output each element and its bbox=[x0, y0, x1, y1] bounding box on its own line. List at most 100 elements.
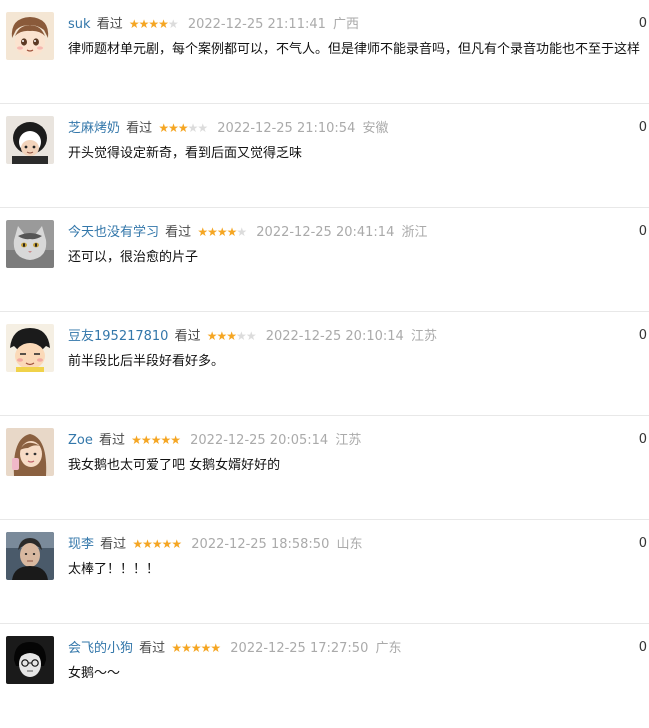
review-meta: 现李 看过 ★★★★★ 2022-12-25 18:58:50 山东 bbox=[68, 535, 639, 554]
star-filled-icon: ★ bbox=[207, 225, 218, 239]
username-link[interactable]: suk bbox=[68, 17, 91, 32]
watched-label: 看过 bbox=[174, 329, 201, 344]
review-location: 浙江 bbox=[401, 225, 428, 240]
review-item: 今天也没有学习 看过 ★★★★★ 2022-12-25 20:41:14 浙江 … bbox=[0, 208, 649, 312]
star-filled-icon: ★ bbox=[132, 537, 143, 551]
star-filled-icon: ★ bbox=[160, 433, 171, 447]
review-content: 律师题材单元剧，每个案例都可以，不气人。但是律师不能录音吗，但凡有个录音功能也不… bbox=[68, 42, 641, 57]
star-empty-icon: ★ bbox=[197, 121, 208, 135]
username-link[interactable]: 豆友195217810 bbox=[68, 329, 168, 344]
review-time: 2022-12-25 20:10:14 bbox=[265, 329, 404, 344]
review-item: 豆友195217810 看过 ★★★★★ 2022-12-25 20:10:14… bbox=[0, 312, 649, 416]
avatar[interactable] bbox=[6, 324, 54, 372]
rating-stars: ★★★★★ bbox=[197, 223, 247, 241]
watched-label: 看过 bbox=[96, 17, 123, 32]
star-filled-icon: ★ bbox=[128, 17, 140, 31]
star-filled-icon: ★ bbox=[197, 225, 208, 239]
username-link[interactable]: 芝麻烤奶 bbox=[68, 121, 120, 136]
star-filled-icon: ★ bbox=[161, 537, 173, 551]
star-filled-icon: ★ bbox=[138, 17, 150, 31]
star-filled-icon: ★ bbox=[226, 329, 237, 343]
rating-stars: ★★★★★ bbox=[132, 535, 182, 553]
vote-count[interactable]: 0 bbox=[639, 431, 647, 449]
vote-count[interactable]: 0 bbox=[639, 223, 647, 241]
review-content: 还可以，很治愈的片子 bbox=[68, 250, 199, 265]
review-item: 芝麻烤奶 看过 ★★★★★ 2022-12-25 21:10:54 安徽 0 开… bbox=[0, 104, 649, 208]
star-filled-icon: ★ bbox=[158, 17, 169, 31]
review-location: 山东 bbox=[336, 537, 363, 552]
review-item: Zoe 看过 ★★★★★ 2022-12-25 20:05:14 江苏 0 我女… bbox=[0, 416, 649, 520]
star-filled-icon: ★ bbox=[226, 225, 238, 239]
star-filled-icon: ★ bbox=[150, 433, 162, 447]
vote-count[interactable]: 0 bbox=[639, 639, 647, 657]
watched-label: 看过 bbox=[126, 121, 153, 136]
star-empty-icon: ★ bbox=[187, 121, 199, 135]
review-location: 广东 bbox=[375, 641, 402, 656]
review-item: suk 看过 ★★★★★ 2022-12-25 21:11:41 广西 0 律师… bbox=[0, 0, 649, 104]
username-link[interactable]: 今天也没有学习 bbox=[68, 225, 159, 240]
vote-count[interactable]: 0 bbox=[639, 327, 647, 345]
star-filled-icon: ★ bbox=[142, 537, 153, 551]
review-location: 安徽 bbox=[362, 121, 389, 136]
review-item: 现李 看过 ★★★★★ 2022-12-25 18:58:50 山东 0 太棒了… bbox=[0, 520, 649, 624]
review-content: 前半段比后半段好看好多。 bbox=[68, 354, 225, 369]
star-filled-icon: ★ bbox=[151, 537, 163, 551]
star-empty-icon: ★ bbox=[236, 225, 247, 239]
review-meta: 芝麻烤奶 看过 ★★★★★ 2022-12-25 21:10:54 安徽 bbox=[68, 119, 639, 138]
review-time: 2022-12-25 17:27:50 bbox=[230, 641, 369, 656]
review-location: 江苏 bbox=[410, 329, 437, 344]
star-empty-icon: ★ bbox=[236, 329, 247, 343]
star-filled-icon: ★ bbox=[216, 329, 228, 343]
vote-count[interactable]: 0 bbox=[639, 119, 647, 137]
watched-label: 看过 bbox=[165, 225, 192, 240]
rating-stars: ★★★★★ bbox=[131, 431, 181, 449]
star-filled-icon: ★ bbox=[131, 433, 142, 447]
review-meta: suk 看过 ★★★★★ 2022-12-25 21:11:41 广西 bbox=[68, 15, 639, 34]
rating-stars: ★★★★★ bbox=[128, 15, 179, 33]
review-content: 我女鹅也太可爱了吧 女鹅女婿好好的 bbox=[68, 458, 281, 473]
rating-stars: ★★★★★ bbox=[206, 327, 257, 345]
vote-count[interactable]: 0 bbox=[639, 535, 647, 553]
review-time: 2022-12-25 18:58:50 bbox=[191, 537, 330, 552]
review-meta: 会飞的小狗 看过 ★★★★★ 2022-12-25 17:27:50 广东 bbox=[68, 639, 639, 658]
avatar[interactable] bbox=[6, 220, 54, 268]
star-filled-icon: ★ bbox=[171, 641, 182, 655]
star-filled-icon: ★ bbox=[168, 121, 179, 135]
avatar[interactable] bbox=[6, 428, 54, 476]
review-meta: 今天也没有学习 看过 ★★★★★ 2022-12-25 20:41:14 浙江 bbox=[68, 223, 639, 242]
watched-label: 看过 bbox=[99, 433, 126, 448]
review-content: 女鹅～～ bbox=[68, 666, 121, 681]
star-filled-icon: ★ bbox=[140, 433, 152, 447]
review-time: 2022-12-25 20:05:14 bbox=[190, 433, 329, 448]
review-location: 广西 bbox=[333, 17, 360, 32]
avatar[interactable] bbox=[6, 116, 54, 164]
review-item: 会飞的小狗 看过 ★★★★★ 2022-12-25 17:27:50 广东 0 … bbox=[0, 624, 649, 728]
star-empty-icon: ★ bbox=[167, 17, 179, 31]
username-link[interactable]: Zoe bbox=[68, 433, 93, 448]
star-filled-icon: ★ bbox=[148, 17, 159, 31]
review-meta: 豆友195217810 看过 ★★★★★ 2022-12-25 20:10:14… bbox=[68, 327, 639, 346]
star-filled-icon: ★ bbox=[158, 121, 169, 135]
username-link[interactable]: 会飞的小狗 bbox=[68, 641, 133, 656]
review-location: 江苏 bbox=[335, 433, 362, 448]
avatar[interactable] bbox=[6, 636, 54, 684]
avatar[interactable] bbox=[6, 532, 54, 580]
watched-label: 看过 bbox=[100, 537, 127, 552]
star-filled-icon: ★ bbox=[216, 225, 228, 239]
rating-stars: ★★★★★ bbox=[171, 639, 221, 657]
watched-label: 看过 bbox=[139, 641, 166, 656]
review-content: 太棒了！！！！ bbox=[68, 562, 160, 577]
review-time: 2022-12-25 21:11:41 bbox=[187, 17, 326, 32]
avatar[interactable] bbox=[6, 12, 54, 60]
username-link[interactable]: 现李 bbox=[68, 537, 94, 552]
star-filled-icon: ★ bbox=[206, 329, 218, 343]
review-time: 2022-12-25 21:10:54 bbox=[217, 121, 356, 136]
star-filled-icon: ★ bbox=[200, 641, 212, 655]
star-filled-icon: ★ bbox=[181, 641, 192, 655]
star-filled-icon: ★ bbox=[177, 121, 189, 135]
vote-count[interactable]: 0 bbox=[639, 15, 647, 33]
review-time: 2022-12-25 20:41:14 bbox=[256, 225, 395, 240]
star-empty-icon: ★ bbox=[245, 329, 257, 343]
star-filled-icon: ★ bbox=[170, 433, 181, 447]
star-filled-icon: ★ bbox=[190, 641, 202, 655]
